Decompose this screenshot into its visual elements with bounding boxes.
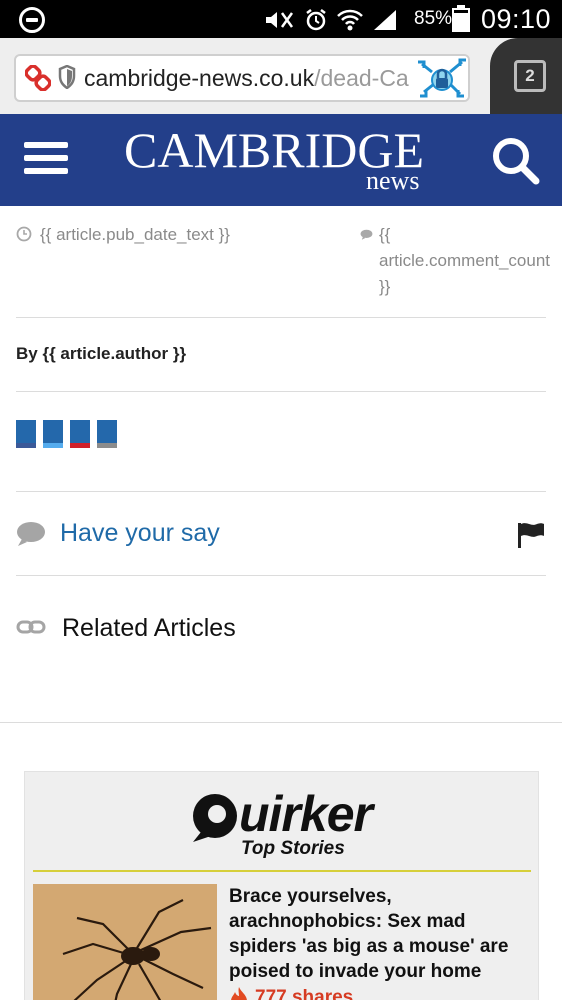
share-buttons — [16, 392, 546, 492]
share-email-button[interactable] — [97, 420, 117, 448]
story-shares-text: 777 shares — [255, 987, 354, 1000]
tab-count-badge: 2 — [514, 60, 546, 92]
status-icons — [262, 8, 398, 32]
quirker-divider — [33, 870, 531, 872]
shield-icon — [58, 65, 76, 89]
do-not-disturb-icon — [19, 7, 45, 33]
vpn-extension-icon[interactable] — [414, 56, 468, 100]
clock-icon — [16, 226, 32, 242]
url-text: cambridge-news.co.uk/dead-Ca — [84, 65, 409, 91]
comment-icon — [360, 229, 373, 240]
alarm-icon — [306, 9, 326, 31]
have-your-say-link[interactable]: Have your say — [60, 518, 220, 548]
spider-image — [33, 884, 217, 1000]
signal-icon — [374, 10, 396, 30]
story-shares: 777 shares — [229, 986, 353, 1000]
speech-bubble-icon — [17, 522, 45, 546]
site-logo-sub: news — [366, 166, 420, 195]
related-articles-section: Related Articles — [16, 576, 546, 676]
site-header: CAMBRIDGE news — [0, 114, 562, 206]
publish-date-text: {{ article.pub_date_text }} — [40, 225, 230, 244]
share-google-button[interactable] — [70, 420, 90, 448]
search-icon[interactable] — [490, 135, 542, 187]
flame-icon — [231, 987, 247, 1000]
wifi-icon — [337, 9, 363, 31]
status-clock: 09:10 — [481, 4, 552, 34]
comment-count-text: {{ article.comment_count }} — [378, 225, 551, 296]
flag-icon[interactable] — [516, 521, 546, 549]
story-thumbnail[interactable] — [33, 884, 217, 1000]
url-path: /dead-Ca — [314, 65, 409, 91]
section-divider — [0, 722, 562, 723]
author-byline: By {{ article.author }} — [16, 318, 546, 392]
battery-percent: 85% — [414, 8, 453, 29]
related-articles-heading: Related Articles — [62, 614, 236, 642]
article-meta: {{ article.pub_date_text }} {{ article.c… — [16, 222, 550, 318]
quirker-logo[interactable]: uirker — [187, 786, 373, 842]
publish-date: {{ article.pub_date_text }} — [16, 222, 336, 248]
share-twitter-button[interactable] — [43, 420, 63, 448]
battery-icon — [452, 5, 470, 32]
status-bar: 85% 09:10 — [0, 0, 562, 38]
link-icon — [16, 620, 46, 634]
tab-switcher[interactable]: 2 — [490, 38, 562, 114]
quirker-logo-text: uirker — [239, 786, 373, 842]
have-your-say-row[interactable]: Have your say — [16, 492, 546, 576]
browser-toolbar: cambridge-news.co.uk/dead-Ca 2 — [0, 38, 562, 114]
quirker-widget: uirker Top Stories Brace yourselves, ara… — [24, 771, 539, 1000]
top-stories-label: Top Stories — [241, 838, 345, 859]
comment-count[interactable]: {{ article.comment_count }} — [360, 222, 550, 300]
share-facebook-button[interactable] — [16, 420, 36, 448]
site-link-icon — [25, 65, 51, 91]
address-bar[interactable]: cambridge-news.co.uk/dead-Ca — [14, 54, 470, 102]
hamburger-menu-icon[interactable] — [24, 142, 68, 178]
mute-icon — [266, 12, 294, 28]
url-domain: cambridge-news.co.uk — [84, 65, 315, 91]
story-headline[interactable]: Brace yourselves, arachnophobics: Sex ma… — [229, 884, 519, 984]
